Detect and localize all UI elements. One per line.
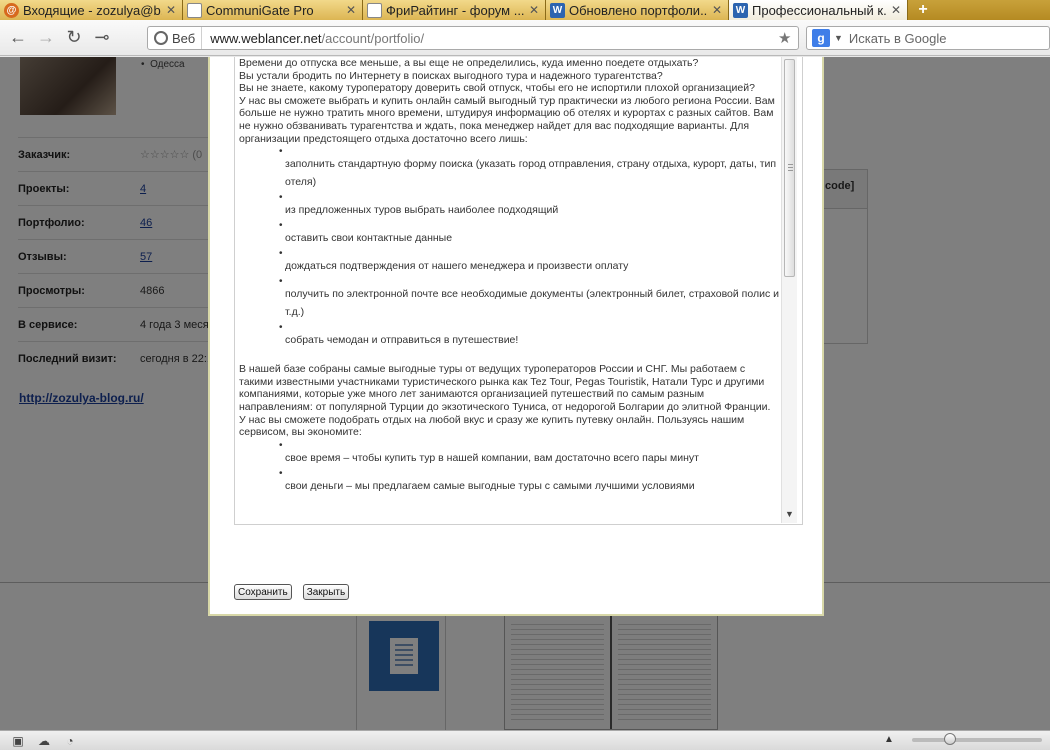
list-item: свои деньги – мы предлагаем самые выгодн… [279,465,779,495]
page-icon [367,2,382,18]
google-icon[interactable]: g [812,29,830,47]
tab-title: ФриРайтинг - форум ... [386,2,525,18]
globe-icon [154,31,168,45]
list-item: свое время – чтобы купить тур в нашей ко… [279,437,779,467]
page-icon [187,2,202,18]
tab-title: Обновлено портфоли... [569,2,708,18]
search-placeholder: Искать в Google [848,30,947,46]
forward-icon[interactable]: → [32,24,60,52]
key-icon[interactable]: ⊸ [88,24,116,52]
navigation-bar: ← → ↻ ⊸ Веб www.weblancer.net/account/po… [0,20,1050,56]
url-text[interactable]: www.weblancer.net/account/portfolio/ [202,31,778,46]
scrollbar-thumb[interactable] [784,59,795,277]
grip-icon [788,164,793,172]
paragraph: У нас вы сможете подобрать отдых на любо… [239,413,745,439]
triangle-up-icon[interactable]: ▲ [884,734,894,745]
url-host: www.weblancer.net [210,30,322,46]
zoom-control: ▲ [884,732,1042,745]
edit-dialog: Времени до отпуска все меньше, а вы еще … [208,57,824,616]
panel-toggle-icon[interactable]: ▣ [10,734,26,748]
savings-list: свое время – чтобы купить тур в нашей ко… [239,437,779,495]
url-path: /account/portfolio/ [321,30,425,46]
weblancer-icon: W [550,2,565,18]
editor-content[interactable]: Времени до отпуска все меньше, а вы еще … [239,57,779,523]
close-icon[interactable]: ✕ [529,3,541,17]
search-box[interactable]: g ▼ Искать в Google [806,26,1050,50]
paragraph: Времени до отпуска все меньше, а вы еще … [239,57,699,69]
zoom-slider-knob[interactable] [943,732,956,745]
list-item: дождаться подтверждения от нашего менедж… [279,245,779,275]
tab-title: CommuniGate Pro [206,2,314,18]
mail-icon: @ [4,2,19,18]
list-item: заполнить стандартную форму поиска (указ… [279,143,779,191]
close-button[interactable]: Закрыть [302,584,350,600]
tab-title: Профессиональный к... [752,2,887,18]
paragraph: Вы устали бродить по Интернету в поисках… [239,69,663,82]
list-item: собрать чемодан и отправиться в путешест… [279,319,779,349]
site-label: Веб [172,30,196,46]
tab-professional[interactable]: W Профессиональный к... ✕ [729,0,908,20]
bookmark-star-icon[interactable]: ★ [778,29,798,47]
status-bar: ▣ ☁ ◔ ▲ [0,730,1050,750]
close-icon[interactable]: ✕ [346,3,358,17]
list-item: оставить свои контактные данные [279,217,779,247]
reload-icon[interactable]: ↻ [60,24,88,52]
zoom-slider[interactable] [911,732,1042,745]
list-item: из предложенных туров выбрать наиболее п… [279,189,779,219]
tab-title: Входящие - zozulya@b... [23,2,162,18]
new-tab-button[interactable]: + [908,0,938,20]
list-item: получить по электронной почте все необхо… [279,273,779,321]
weblancer-icon: W [733,2,748,18]
close-icon[interactable]: ✕ [712,3,724,17]
address-bar[interactable]: Веб www.weblancer.net/account/portfolio/… [147,26,799,50]
text-editor[interactable]: Времени до отпуска все меньше, а вы еще … [234,57,803,525]
chevron-down-icon[interactable]: ▼ [834,33,843,43]
dialog-buttons: Сохранить Закрыть [234,584,350,600]
close-icon[interactable]: ✕ [166,3,178,17]
steps-list: заполнить стандартную форму поиска (указ… [239,143,779,349]
paragraph: В нашей базе собраны самые выгодные туры… [239,363,771,413]
site-info-button[interactable]: Веб [148,27,203,49]
close-icon[interactable]: ✕ [891,3,903,17]
tab-portfolio-updated[interactable]: W Обновлено портфоли... ✕ [546,0,729,20]
speed-dial-icon[interactable]: ◔ [62,734,78,748]
scroll-down-icon[interactable]: ▼ [784,509,795,521]
paragraph: Вы не знаете, какому туроператору довери… [239,82,755,95]
tab-communigate[interactable]: CommuniGate Pro ✕ [183,0,363,20]
tab-strip: @ Входящие - zozulya@b... ✕ CommuniGate … [0,0,1050,20]
editor-scrollbar[interactable]: ▼ [781,57,797,523]
save-button[interactable]: Сохранить [234,584,292,600]
cloud-icon[interactable]: ☁ [36,734,52,748]
tab-inbox[interactable]: @ Входящие - zozulya@b... ✕ [0,0,183,20]
tab-friwriting[interactable]: ФриРайтинг - форум ... ✕ [363,0,546,20]
back-icon[interactable]: ← [4,24,32,52]
paragraph: У нас вы сможете выбрать и купить онлайн… [239,94,775,145]
